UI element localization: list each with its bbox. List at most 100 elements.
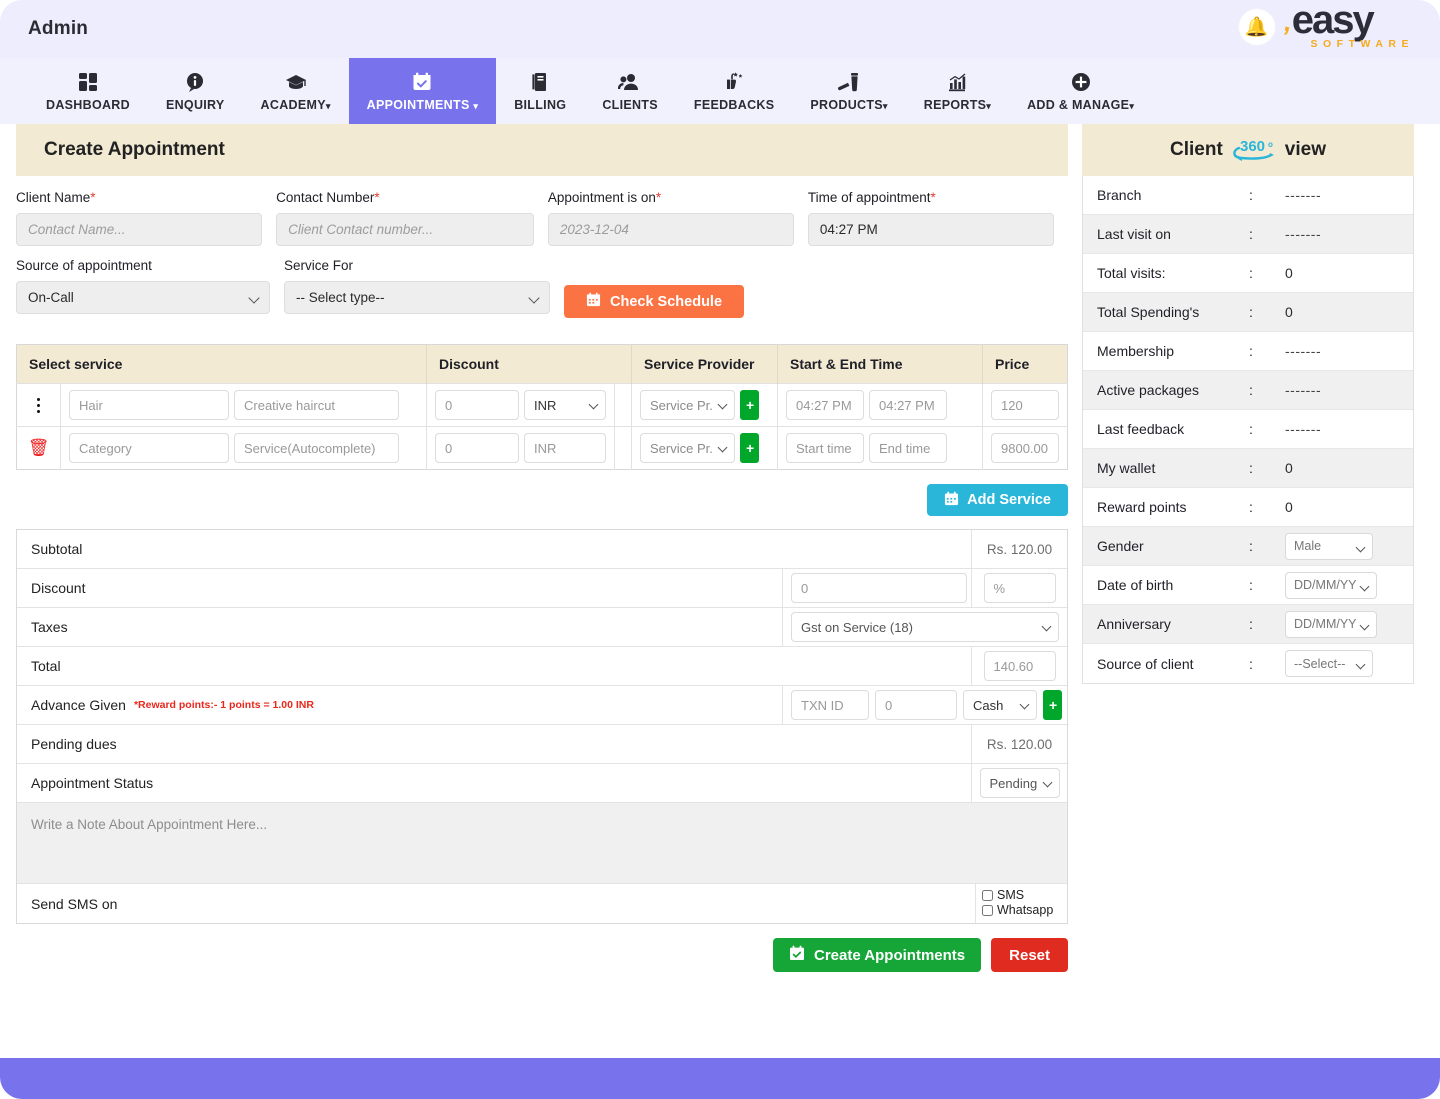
- row-value: -------: [1285, 187, 1321, 203]
- nav-item-appointments[interactable]: APPOINTMENTS ▾: [349, 58, 497, 124]
- field-appointment-date: Appointment is on*: [548, 190, 794, 246]
- row-separator: :: [1249, 577, 1285, 593]
- discount-input[interactable]: [435, 433, 519, 463]
- time-inputs: [786, 390, 974, 420]
- row-key: Gender: [1097, 538, 1249, 554]
- appointment-date-input[interactable]: [548, 213, 794, 246]
- service-input[interactable]: [234, 433, 399, 463]
- col-discount: Discount: [427, 345, 632, 384]
- chevron-down-icon: ▾: [326, 101, 331, 111]
- payment-mode-select[interactable]: Cash: [963, 690, 1037, 720]
- nav-item-enquiry[interactable]: ENQUIRY: [148, 58, 243, 124]
- client-name-input[interactable]: [16, 213, 262, 246]
- nav-item-academy[interactable]: ACADEMY▾: [243, 58, 349, 124]
- reward-points-note: *Reward points:- 1 points = 1.00 INR: [134, 699, 314, 711]
- start-time-input[interactable]: [786, 433, 864, 463]
- nav-item-billing[interactable]: BILLING: [496, 58, 584, 124]
- price-input[interactable]: [991, 433, 1059, 463]
- check-schedule-button[interactable]: Check Schedule: [564, 285, 744, 318]
- contact-number-label: Contact Number*: [276, 190, 534, 205]
- subtotal-label: Subtotal: [17, 530, 971, 568]
- nav-item-add-manage[interactable]: ADD & MANAGE▾: [1009, 58, 1152, 124]
- nav-item-reports[interactable]: REPORTS▾: [906, 58, 1009, 124]
- txn-id-input[interactable]: [791, 690, 869, 720]
- svg-text:360: 360: [1240, 138, 1265, 155]
- bar-chart-icon: [946, 70, 968, 94]
- discount-input[interactable]: [435, 390, 519, 420]
- row-separator: :: [1249, 265, 1285, 281]
- category-input[interactable]: [69, 390, 229, 420]
- kebab-menu-icon[interactable]: [25, 398, 52, 413]
- appointment-note-textarea[interactable]: [17, 803, 1067, 883]
- end-time-input[interactable]: [869, 433, 947, 463]
- start-time-input[interactable]: [786, 390, 864, 420]
- nav-item-feedbacks[interactable]: FEEDBACKS: [676, 58, 792, 124]
- list-item: Total Spending's : 0: [1083, 293, 1413, 332]
- service-provider-select[interactable]: Service Pr...: [640, 433, 735, 463]
- sms-checkbox[interactable]: [982, 890, 993, 901]
- source-of-appointment-select[interactable]: On-Call: [16, 281, 270, 314]
- nav-item-dashboard[interactable]: DASHBOARD: [28, 58, 148, 124]
- whatsapp-checkbox[interactable]: [982, 905, 993, 916]
- provider-controls: Service Pr... +: [640, 433, 769, 463]
- price-cell: [983, 427, 1068, 470]
- row-key: Last visit on: [1097, 226, 1249, 242]
- nav-item-clients[interactable]: CLIENTS: [584, 58, 676, 124]
- chevron-down-icon: ▾: [883, 101, 888, 111]
- app-window: Admin 🔔 , easy SOFTWARE DASHBOARD: [0, 0, 1440, 1099]
- price-input[interactable]: [991, 390, 1059, 420]
- anniversary-select[interactable]: DD/MM/YY: [1285, 611, 1377, 638]
- discount-inputs: INR: [435, 390, 606, 420]
- row-delete-cell[interactable]: 🗑: [17, 427, 61, 470]
- top-bar-right: 🔔 , easy SOFTWARE: [1239, 4, 1415, 50]
- currency-select[interactable]: INR: [524, 390, 606, 420]
- add-service-button[interactable]: Add Service: [927, 484, 1068, 516]
- top-bar: Admin 🔔 , easy SOFTWARE: [0, 0, 1440, 58]
- appointment-status-select[interactable]: Pending: [980, 768, 1060, 798]
- category-input[interactable]: [69, 433, 229, 463]
- add-provider-button[interactable]: +: [740, 390, 759, 420]
- advance-amount-input[interactable]: [875, 690, 957, 720]
- contact-number-input[interactable]: [276, 213, 534, 246]
- required-marker: *: [90, 190, 95, 205]
- add-advance-button[interactable]: +: [1043, 690, 1062, 720]
- trash-icon[interactable]: 🗑: [28, 438, 50, 457]
- create-appointments-button[interactable]: Create Appointments: [773, 938, 981, 972]
- reset-button[interactable]: Reset: [991, 938, 1068, 972]
- row-separator: :: [1249, 343, 1285, 359]
- taxes-select[interactable]: Gst on Service (18): [791, 612, 1059, 642]
- total-value-input[interactable]: [984, 651, 1056, 681]
- gender-select[interactable]: Male: [1285, 533, 1373, 560]
- currency-input[interactable]: [524, 433, 606, 463]
- total-value-cell: [971, 647, 1067, 685]
- nav-item-products[interactable]: PRODUCTS▾: [792, 58, 905, 124]
- field-appointment-time: Time of appointment*: [808, 190, 1054, 246]
- advance-label: Advance Given: [31, 697, 126, 713]
- source-of-client-select[interactable]: --Select--: [1285, 650, 1373, 677]
- appointment-time-label: Time of appointment*: [808, 190, 1054, 205]
- summary-discount-input[interactable]: [791, 573, 967, 603]
- add-provider-button[interactable]: +: [740, 433, 759, 463]
- row-menu-cell[interactable]: [17, 384, 61, 427]
- taxes-select-cell: Gst on Service (18): [782, 608, 1067, 646]
- discount-unit-input[interactable]: [984, 573, 1056, 603]
- row-separator: :: [1249, 460, 1285, 476]
- row-value: -------: [1285, 421, 1321, 437]
- source-select-wrap: On-Call: [16, 281, 270, 314]
- time-cell: [778, 427, 983, 470]
- calendar-icon: [586, 292, 601, 311]
- appointment-time-input[interactable]: [808, 213, 1054, 246]
- sms-checkbox-row[interactable]: SMS: [982, 888, 1061, 902]
- service-input[interactable]: [234, 390, 399, 420]
- date-of-birth-select[interactable]: DD/MM/YY: [1285, 572, 1377, 599]
- row-key: Date of birth: [1097, 577, 1249, 593]
- currency-select-wrap: INR: [524, 390, 606, 420]
- nav-label: ADD & MANAGE▾: [1027, 98, 1134, 112]
- service-for-select[interactable]: -- Select type--: [284, 281, 550, 314]
- service-provider-select[interactable]: Service Pr...: [640, 390, 735, 420]
- end-time-input[interactable]: [869, 390, 947, 420]
- notification-button[interactable]: 🔔: [1239, 9, 1275, 45]
- whatsapp-checkbox-row[interactable]: Whatsapp: [982, 903, 1061, 917]
- summary-row-status: Appointment Status Pending: [17, 764, 1067, 803]
- summary-table: Subtotal Rs. 120.00 Discount Taxes: [16, 529, 1068, 924]
